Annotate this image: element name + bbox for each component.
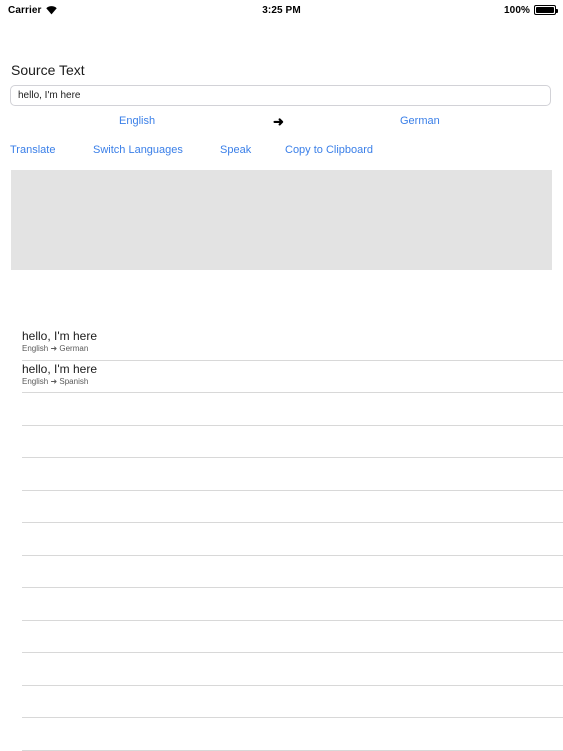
status-bar-right: 100% bbox=[504, 4, 558, 16]
table-row[interactable] bbox=[22, 523, 563, 556]
history-item-title: hello, I'm here bbox=[22, 361, 97, 376]
table-row[interactable] bbox=[22, 621, 563, 653]
battery-percent-label: 100% bbox=[504, 4, 530, 16]
table-row[interactable]: hello, I'm here English ➜ Spanish bbox=[22, 361, 563, 393]
language-selection-row: English ➜ German bbox=[0, 114, 563, 131]
translation-history-table: hello, I'm here English ➜ German hello, … bbox=[0, 328, 563, 751]
table-row[interactable]: hello, I'm here English ➜ German bbox=[22, 328, 563, 361]
table-row[interactable] bbox=[22, 393, 563, 426]
source-text-input[interactable] bbox=[10, 85, 551, 106]
battery-full-icon bbox=[534, 5, 558, 15]
table-row[interactable] bbox=[22, 556, 563, 588]
speak-button[interactable]: Speak bbox=[220, 144, 251, 156]
translate-button[interactable]: Translate bbox=[10, 144, 55, 156]
table-row[interactable] bbox=[22, 718, 563, 751]
arrow-right-icon: ➜ bbox=[273, 114, 284, 129]
switch-languages-button[interactable]: Switch Languages bbox=[93, 144, 183, 156]
table-row[interactable] bbox=[22, 458, 563, 491]
table-row[interactable] bbox=[22, 653, 563, 686]
table-row[interactable] bbox=[22, 426, 563, 458]
translation-result-area[interactable] bbox=[11, 170, 552, 270]
target-language-button[interactable]: German bbox=[400, 115, 440, 127]
history-item-languages: English ➜ Spanish bbox=[22, 376, 89, 386]
actions-row: Translate Switch Languages Speak Copy to… bbox=[10, 144, 563, 160]
status-bar-time: 3:25 PM bbox=[262, 4, 301, 16]
history-item-languages: English ➜ German bbox=[22, 344, 89, 353]
table-row[interactable] bbox=[22, 686, 563, 718]
table-row[interactable] bbox=[22, 491, 563, 523]
source-text-label: Source Text bbox=[11, 62, 85, 78]
status-bar: Carrier 3:25 PM 100% bbox=[0, 0, 563, 20]
table-row[interactable] bbox=[22, 588, 563, 621]
copy-to-clipboard-button[interactable]: Copy to Clipboard bbox=[285, 144, 373, 156]
history-item-title: hello, I'm here bbox=[22, 329, 97, 343]
source-language-button[interactable]: English bbox=[119, 115, 155, 127]
